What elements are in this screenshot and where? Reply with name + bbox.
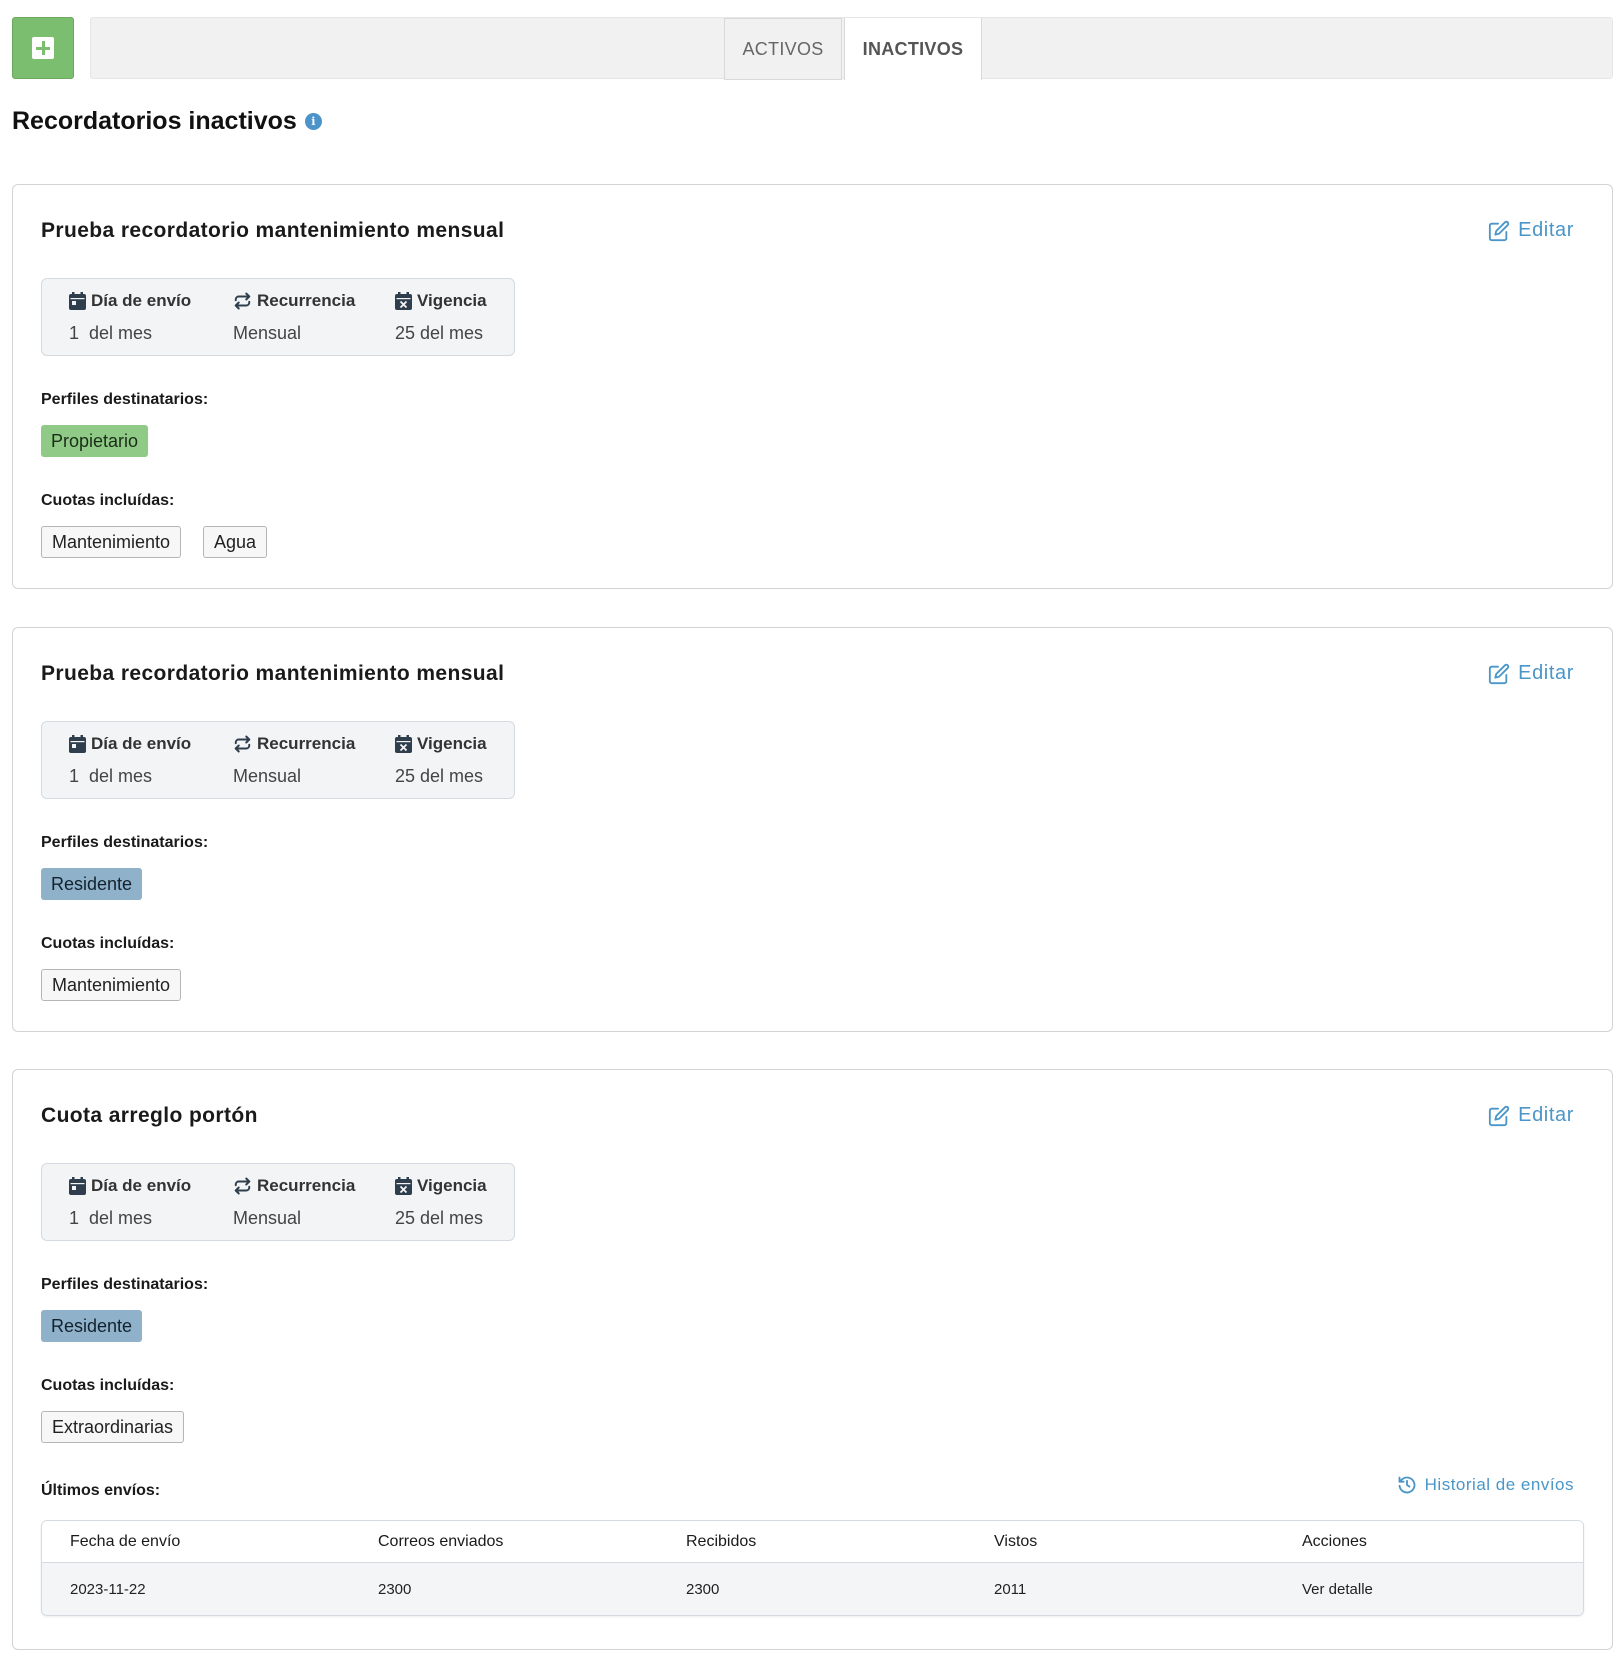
calendar-icon	[69, 292, 86, 310]
recurrencia-text: Recurrencia	[257, 1176, 356, 1195]
cuotas-label: Cuotas incluídas:	[41, 1377, 175, 1394]
vigencia-value: 25 del mes	[395, 323, 484, 343]
repeat-icon	[234, 1177, 251, 1195]
profile-chip: Residente	[41, 868, 143, 900]
reminder-card: Prueba recordatorio mantenimiento mensua…	[12, 627, 1613, 1032]
edit-label: Editar	[1518, 1104, 1574, 1126]
ultimos-envios-label: Últimos envíos:	[41, 1482, 161, 1499]
reminder-title: Prueba recordatorio mantenimiento mensua…	[41, 662, 505, 685]
edit-icon	[1489, 1105, 1510, 1126]
repeat-icon	[234, 735, 251, 753]
vigencia-label: Vigencia	[395, 734, 487, 754]
edit-button[interactable]: Editar	[1488, 1104, 1574, 1127]
schedule-box: Día de envío 1 del mes Recurrencia Mensu…	[41, 1163, 515, 1241]
profile-chip: Propietario	[41, 425, 149, 457]
schedule-box: Día de envío 1 del mes Recurrencia Mensu…	[41, 278, 515, 356]
dia-envio-label: Día de envío	[69, 291, 191, 311]
recurrencia-text: Recurrencia	[257, 734, 356, 753]
page-title-text: Recordatorios inactivos	[12, 107, 297, 135]
dia-envio-text: Día de envío	[91, 734, 192, 753]
ver-detalle-link[interactable]: Ver detalle	[1302, 1563, 1373, 1615]
tab-inactivos[interactable]: INACTIVOS	[844, 18, 982, 80]
vistos-cell: 2011	[994, 1580, 1027, 1598]
dia-envio-text: Día de envío	[91, 1176, 192, 1195]
table-row: 2023-11-22 2300 2300 2011 Ver detalle	[42, 1563, 1583, 1615]
tab-bar: ACTIVOS INACTIVOS	[90, 17, 1613, 80]
recurrencia-text: Recurrencia	[257, 291, 356, 310]
recurrencia-value: Mensual	[233, 766, 302, 786]
schedule-box: Día de envío 1 del mes Recurrencia Mensu…	[41, 721, 515, 799]
edit-icon	[1489, 663, 1510, 684]
vigencia-label: Vigencia	[395, 1176, 487, 1196]
calendar-x-icon	[395, 1177, 412, 1195]
recibidos-cell: 2300	[686, 1580, 720, 1598]
tab-activos[interactable]: ACTIVOS	[724, 18, 842, 80]
recurrencia-label: Recurrencia	[233, 291, 355, 311]
sends-table: Fecha de envío Correos enviados Recibido…	[41, 1520, 1584, 1616]
calendar-icon	[69, 735, 86, 753]
recurrencia-label: Recurrencia	[233, 734, 355, 754]
fee-chip: Mantenimiento	[41, 969, 182, 1001]
vigencia-text: Vigencia	[417, 1176, 487, 1195]
column-header: Vistos	[994, 1532, 1038, 1550]
edit-label: Editar	[1518, 219, 1574, 241]
dia-envio-text: Día de envío	[91, 291, 192, 310]
enviados-cell: 2300	[378, 1580, 412, 1598]
fee-chip: Agua	[203, 526, 268, 558]
vigencia-text: Vigencia	[417, 734, 487, 753]
history-icon	[1398, 1476, 1416, 1494]
vigencia-value: 25 del mes	[395, 1208, 484, 1228]
table-header-row: Fecha de envío Correos enviados Recibido…	[42, 1521, 1583, 1563]
cuotas-label: Cuotas incluídas:	[41, 935, 175, 952]
add-reminder-button[interactable]	[12, 17, 74, 79]
reminder-card: Prueba recordatorio mantenimiento mensua…	[12, 184, 1613, 589]
vigencia-value: 25 del mes	[395, 766, 484, 786]
edit-icon	[1489, 220, 1510, 241]
recurrencia-label: Recurrencia	[233, 1176, 355, 1196]
vigencia-text: Vigencia	[417, 291, 487, 310]
column-header: Correos enviados	[378, 1532, 504, 1550]
dia-envio-label: Día de envío	[69, 1176, 191, 1196]
reminder-title: Cuota arreglo portón	[41, 1104, 258, 1127]
recurrencia-value: Mensual	[233, 323, 302, 343]
edit-button[interactable]: Editar	[1488, 662, 1574, 685]
calendar-icon	[69, 1177, 86, 1195]
historial-envios-link[interactable]: Historial de envíos	[1397, 1475, 1574, 1495]
historial-label: Historial de envíos	[1424, 1475, 1574, 1494]
perfiles-label: Perfiles destinatarios:	[41, 1276, 209, 1293]
calendar-x-icon	[395, 735, 412, 753]
edit-button[interactable]: Editar	[1488, 219, 1574, 242]
vigencia-label: Vigencia	[395, 291, 487, 311]
fee-chip: Mantenimiento	[41, 526, 182, 558]
recurrencia-value: Mensual	[233, 1208, 302, 1228]
column-header: Recibidos	[686, 1532, 757, 1550]
column-header: Acciones	[1302, 1532, 1367, 1550]
fee-chip: Extraordinarias	[41, 1411, 185, 1443]
perfiles-label: Perfiles destinatarios:	[41, 834, 209, 851]
repeat-icon	[234, 292, 251, 310]
profile-chip: Residente	[41, 1310, 143, 1342]
dia-envio-value: 1 del mes	[69, 323, 153, 343]
plus-square-icon	[32, 37, 54, 59]
dia-envio-value: 1 del mes	[69, 766, 153, 786]
reminder-card: Cuota arreglo portón Editar Día de envío…	[12, 1069, 1613, 1650]
page-title: Recordatorios inactivos i	[12, 107, 322, 136]
edit-label: Editar	[1518, 662, 1574, 684]
fecha-cell: 2023-11-22	[70, 1580, 146, 1598]
cuotas-label: Cuotas incluídas:	[41, 492, 175, 509]
perfiles-label: Perfiles destinatarios:	[41, 391, 209, 408]
column-header: Fecha de envío	[70, 1532, 181, 1550]
calendar-x-icon	[395, 292, 412, 310]
reminder-title: Prueba recordatorio mantenimiento mensua…	[41, 219, 505, 242]
dia-envio-label: Día de envío	[69, 734, 191, 754]
dia-envio-value: 1 del mes	[69, 1208, 153, 1228]
info-circle-icon[interactable]: i	[304, 113, 322, 130]
